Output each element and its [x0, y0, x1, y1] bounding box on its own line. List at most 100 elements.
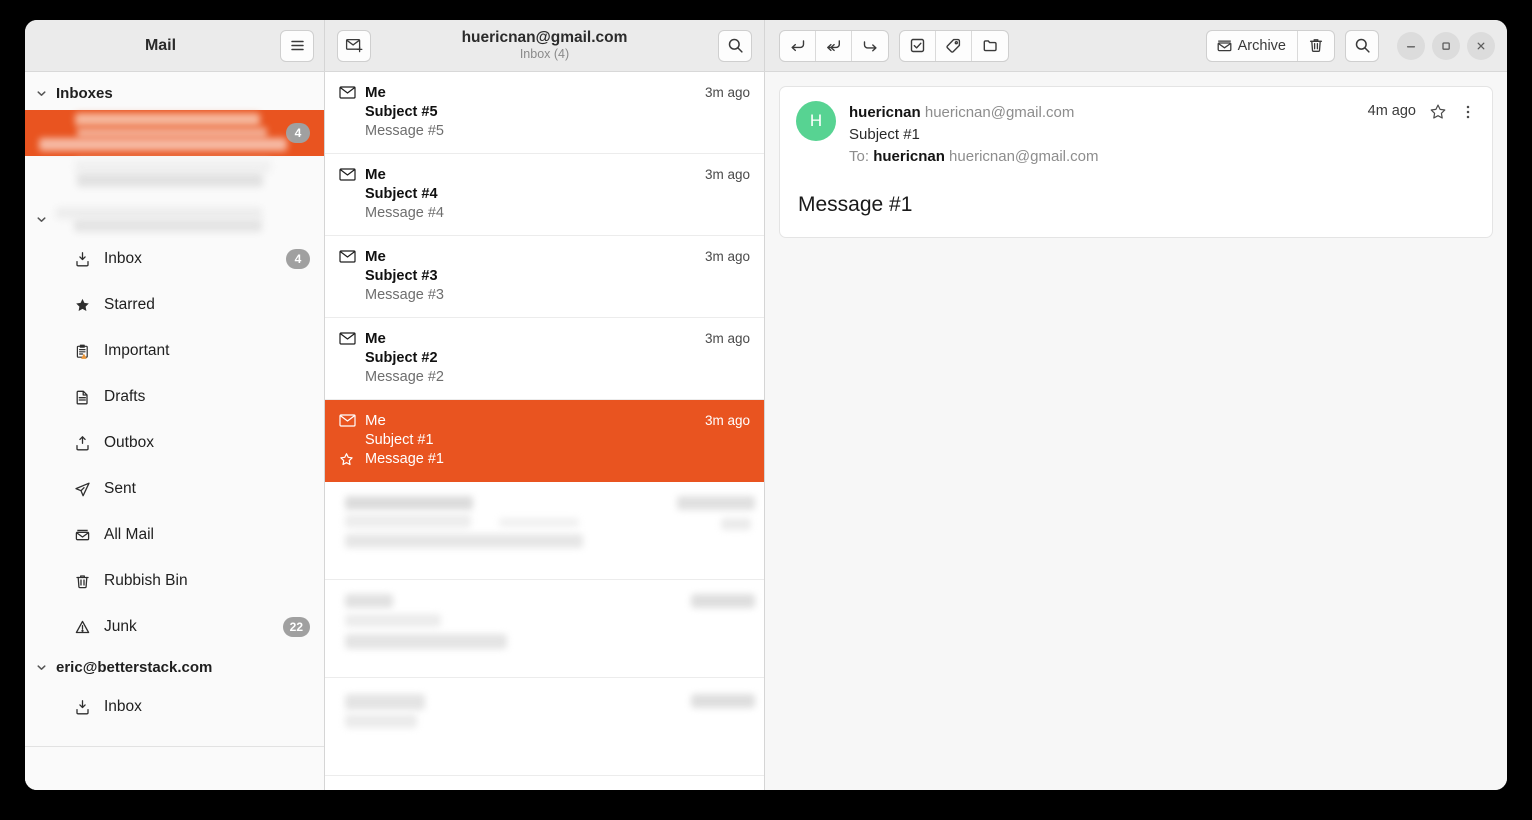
- redacted-text: [39, 113, 287, 153]
- message-preview: Message #5: [365, 123, 444, 139]
- message-header: H huericnan huericnan@gmail.com Subject …: [796, 101, 1476, 167]
- sidebar-item-starred[interactable]: Starred: [25, 282, 324, 328]
- sidebar-item-junk[interactable]: Junk 22: [25, 604, 324, 650]
- sidebar-item-label: Sent: [104, 480, 136, 497]
- reading-pane: H huericnan huericnan@gmail.com Subject …: [765, 72, 1507, 790]
- sidebar-item-important[interactable]: Important: [25, 328, 324, 374]
- message-list-item[interactable]: Me 3m ago Subject #2 Message #2: [325, 318, 764, 400]
- archive-icon: [1216, 38, 1233, 53]
- message-list-item-selected[interactable]: Me 3m ago Subject #1 Message #1: [325, 400, 764, 482]
- sidebar-item-rubbish-bin[interactable]: Rubbish Bin: [25, 558, 324, 604]
- sidebar-footer: [25, 746, 324, 790]
- message-preview: Message #4: [365, 205, 444, 221]
- message-card: H huericnan huericnan@gmail.com Subject …: [779, 86, 1493, 239]
- message-sender: Me: [365, 248, 386, 265]
- sidebar-account-redacted-selected[interactable]: 4: [25, 110, 324, 156]
- list-title-block: huericnan@gmail.com Inbox (4): [379, 29, 710, 61]
- document-icon: [73, 389, 91, 406]
- warning-icon: [73, 619, 91, 636]
- inbox-icon: [73, 251, 91, 268]
- maximize-button[interactable]: [1432, 31, 1460, 60]
- message-to-address: huericnan@gmail.com: [949, 147, 1099, 165]
- sidebar-item-drafts[interactable]: Drafts: [25, 374, 324, 420]
- message-preview: Message #3: [365, 287, 444, 303]
- maximize-icon: [1440, 40, 1452, 52]
- reply-all-button[interactable]: [816, 30, 852, 61]
- trash-icon: [1308, 37, 1324, 54]
- message-subject: Subject #1: [849, 125, 920, 143]
- sidebar-group-label: eric@betterstack.com: [56, 658, 213, 676]
- envelope-icon: [339, 332, 357, 345]
- redacted-text: [339, 692, 755, 762]
- sidebar-badge-inbox: 4: [286, 249, 310, 269]
- more-vertical-icon[interactable]: [1460, 103, 1476, 121]
- compose-button[interactable]: [337, 29, 371, 62]
- message-list[interactable]: Me 3m ago Subject #5 Message #5 Me 3m ag…: [325, 72, 765, 790]
- window-controls: [1397, 31, 1495, 60]
- sidebar-group-redacted[interactable]: [25, 202, 324, 236]
- redacted-text: [56, 206, 312, 232]
- sidebar-group-inboxes[interactable]: Inboxes: [25, 76, 324, 110]
- mail-stack-icon: [73, 527, 91, 543]
- message-list-item-redacted[interactable]: [325, 580, 764, 678]
- message-list-item[interactable]: Me 3m ago Subject #3 Message #3: [325, 236, 764, 318]
- star-icon[interactable]: [339, 452, 356, 467]
- move-folder-button[interactable]: [972, 31, 1008, 61]
- star-icon[interactable]: [1429, 103, 1447, 121]
- search-icon: [1354, 37, 1371, 54]
- tag-button[interactable]: [936, 30, 972, 61]
- message-preview-row: Message #5: [365, 123, 750, 139]
- sidebar-item-sent[interactable]: Sent: [25, 466, 324, 512]
- message-row-top: Me 3m ago: [339, 330, 750, 347]
- mark-read-button[interactable]: [900, 30, 936, 61]
- reader-search-button[interactable]: [1345, 29, 1379, 62]
- sidebar-item-label: Drafts: [104, 388, 146, 405]
- list-search-button[interactable]: [718, 29, 752, 62]
- forward-button[interactable]: [852, 31, 888, 61]
- envelope-icon: [339, 414, 357, 427]
- delete-button[interactable]: [1298, 31, 1334, 61]
- archive-button[interactable]: Archive: [1207, 30, 1298, 61]
- message-list-item[interactable]: Me 3m ago Subject #5 Message #5: [325, 72, 764, 154]
- message-body: Message #1: [798, 193, 913, 217]
- close-button[interactable]: [1467, 31, 1495, 60]
- sidebar-account-redacted[interactable]: [25, 156, 324, 202]
- header-bar: Mail huericnan@gmail.com Inbox (4) Archi…: [25, 20, 1507, 72]
- envelope-icon: [339, 250, 357, 263]
- sidebar-item-inbox[interactable]: Inbox 4: [25, 236, 324, 282]
- message-from-address: huericnan@gmail.com: [924, 104, 1075, 121]
- redacted-text: [339, 594, 755, 664]
- sidebar-item-outbox[interactable]: Outbox: [25, 420, 324, 466]
- message-row-top: Me 3m ago: [339, 248, 750, 265]
- inbox-icon: [73, 699, 91, 716]
- envelope-icon: [339, 168, 357, 181]
- message-preview: Message #1: [365, 451, 444, 467]
- hamburger-menu-button[interactable]: [280, 29, 314, 62]
- message-to-line: To: huericnan huericnan@gmail.com: [849, 146, 1355, 168]
- message-list-item-redacted[interactable]: [325, 678, 764, 776]
- sidebar-scroll-area[interactable]: Inboxes 4 Inbox 4 Starred Important Draf…: [25, 72, 324, 746]
- message-from-line: huericnan huericnan@gmail.com: [849, 102, 1355, 124]
- mark-read-icon: [909, 37, 926, 54]
- compose-icon: [345, 37, 364, 54]
- message-sender: Me: [365, 84, 386, 101]
- star-icon: [73, 297, 91, 314]
- reply-button[interactable]: [780, 30, 816, 61]
- tag-icon: [945, 37, 962, 54]
- page-title: Mail: [144, 36, 177, 54]
- message-row-top: Me 3m ago: [339, 84, 750, 101]
- message-sender: Me: [365, 166, 386, 183]
- sidebar-group-account[interactable]: eric@betterstack.com: [25, 650, 324, 684]
- sidebar-item-account-inbox[interactable]: Inbox: [25, 684, 324, 730]
- message-subject: Subject #5: [365, 104, 438, 120]
- message-list-item-redacted[interactable]: [325, 482, 764, 580]
- important-icon: [73, 343, 91, 360]
- sidebar-item-label: Inbox: [104, 250, 142, 267]
- minimize-button[interactable]: [1397, 31, 1425, 60]
- avatar: H: [796, 101, 836, 141]
- sidebar-item-all-mail[interactable]: All Mail: [25, 512, 324, 558]
- hamburger-icon: [289, 37, 306, 54]
- message-list-item[interactable]: Me 3m ago Subject #4 Message #4: [325, 154, 764, 236]
- message-time: 4m ago: [1367, 103, 1416, 119]
- close-icon: [1475, 40, 1487, 52]
